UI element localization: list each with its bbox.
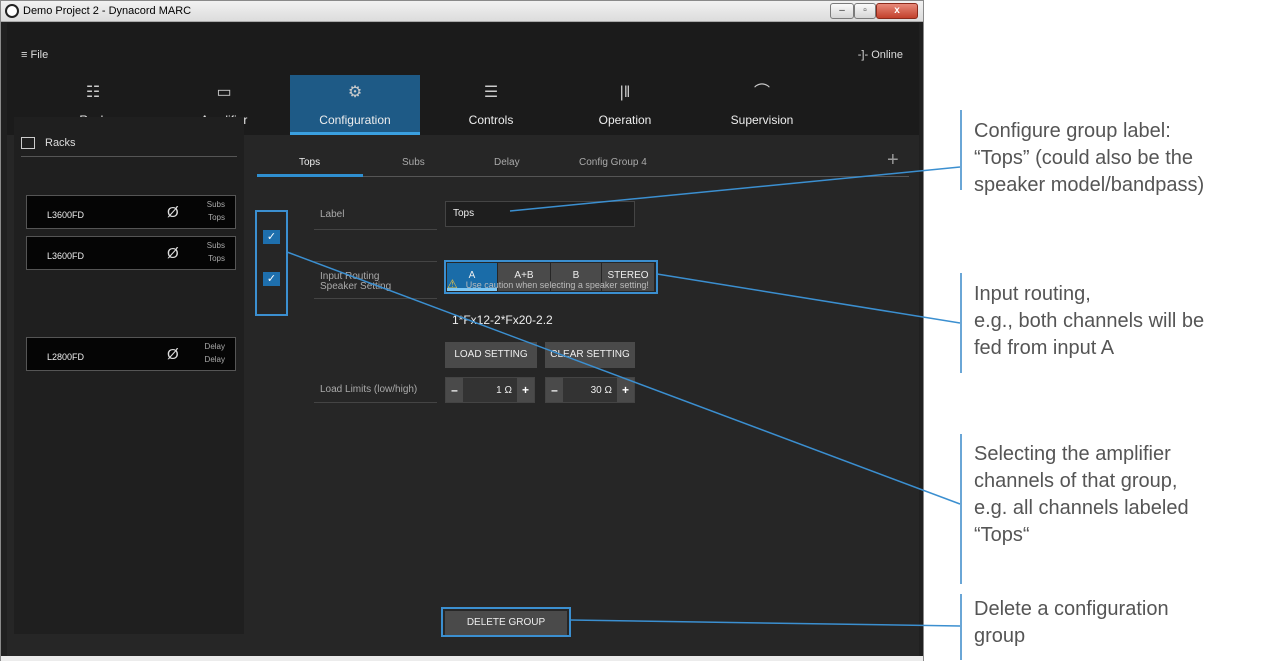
annotation-line: Input routing,: [974, 283, 1091, 305]
annotation-line: channels of that group,: [974, 470, 1178, 492]
annotation-channels: Selecting the amplifier channels of that…: [974, 441, 1189, 549]
connector-label: [509, 166, 961, 212]
annotation-line: speaker model/bandpass): [974, 174, 1205, 196]
annotation-bar: [960, 273, 962, 373]
annotation-line: “Tops“: [974, 524, 1030, 546]
annotation-bar: [960, 434, 962, 584]
connector-delete: [569, 619, 961, 627]
annotation-bar: [960, 594, 962, 660]
annotation-line: “Tops” (could also be the: [974, 147, 1194, 169]
annotation-delete: Delete a configuration group: [974, 596, 1169, 650]
annotation-line: e.g. all channels labeled: [974, 497, 1189, 519]
connector-routing: [656, 273, 961, 324]
annotation-label: Configure group label: “Tops” (could als…: [974, 118, 1204, 199]
annotation-line: e.g., both channels will be: [974, 310, 1205, 332]
annotation-bar: [960, 110, 962, 190]
annotation-line: group: [974, 625, 1026, 647]
annotation-line: Selecting the amplifier: [974, 443, 1171, 465]
annotation-routing: Input routing, e.g., both channels will …: [974, 281, 1204, 362]
connector-channels: [286, 251, 961, 505]
annotation-line: Configure group label:: [974, 120, 1171, 142]
annotation-line: Delete a configuration: [974, 598, 1169, 620]
annotation-line: fed from input A: [974, 337, 1115, 359]
